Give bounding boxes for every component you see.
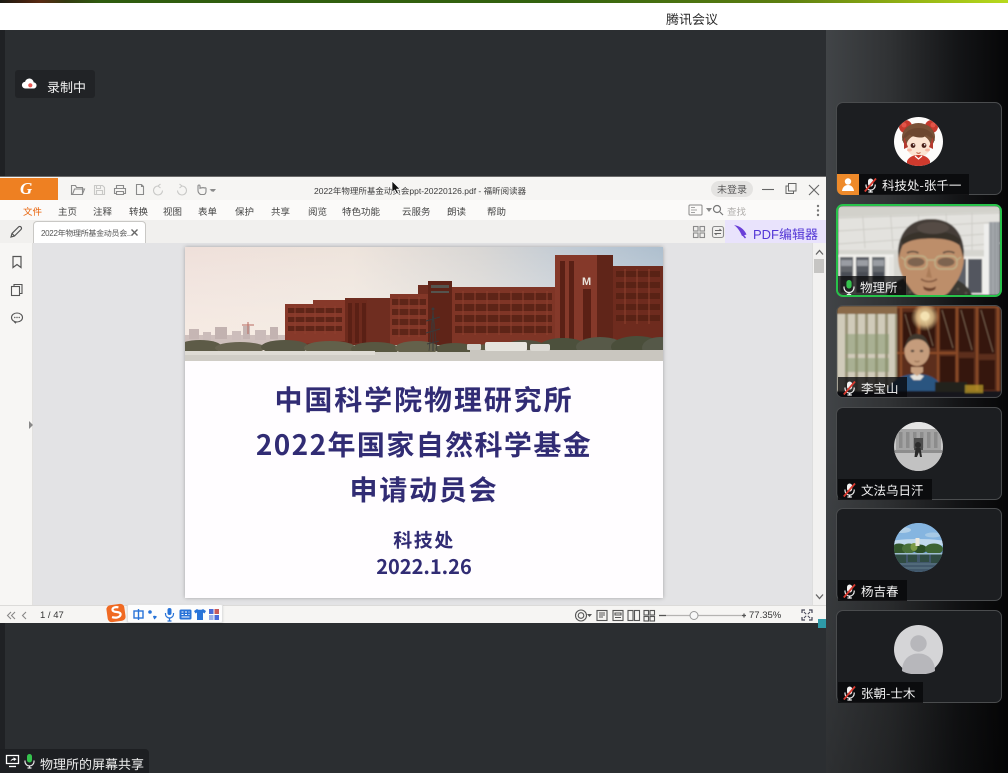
svg-text:M: M	[582, 276, 591, 288]
